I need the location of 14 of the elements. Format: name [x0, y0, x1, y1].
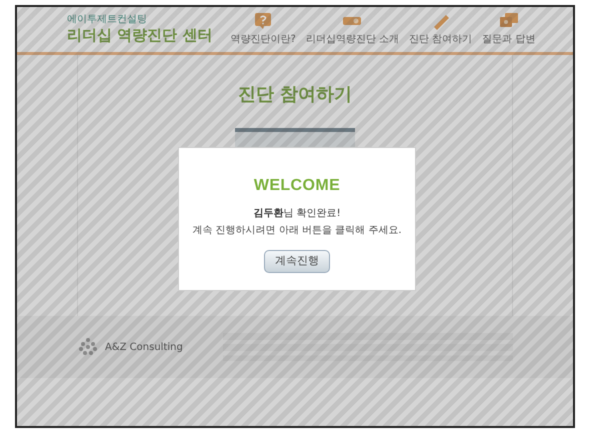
footer-logo-text: A&Z Consulting: [105, 340, 183, 354]
greeting-text: 김두환님 확인완료!: [253, 207, 341, 221]
nav-link[interactable]: 리더십역량진단 소개: [306, 12, 399, 47]
nav-link[interactable]: 진단 참여하기: [408, 12, 472, 47]
nav-link[interactable]: 역량진단이란?: [230, 12, 296, 47]
continue-button[interactable]: 계속진행: [264, 250, 330, 272]
nav-link[interactable]: 질문과 답변: [482, 12, 536, 47]
instruction-text: 계속 진행하시려면 아래 버튼을 클릭해 주세요.: [192, 224, 402, 238]
company-name: 에이투제트컨설팅: [67, 14, 148, 26]
chat-icon: [498, 12, 520, 30]
dialog-title: WELCOME: [254, 176, 340, 196]
tree-logo-icon: [77, 336, 99, 358]
site-title: 리더십 역량진단 센터: [67, 26, 212, 46]
page-heading: 진단 참여하기: [238, 83, 352, 107]
